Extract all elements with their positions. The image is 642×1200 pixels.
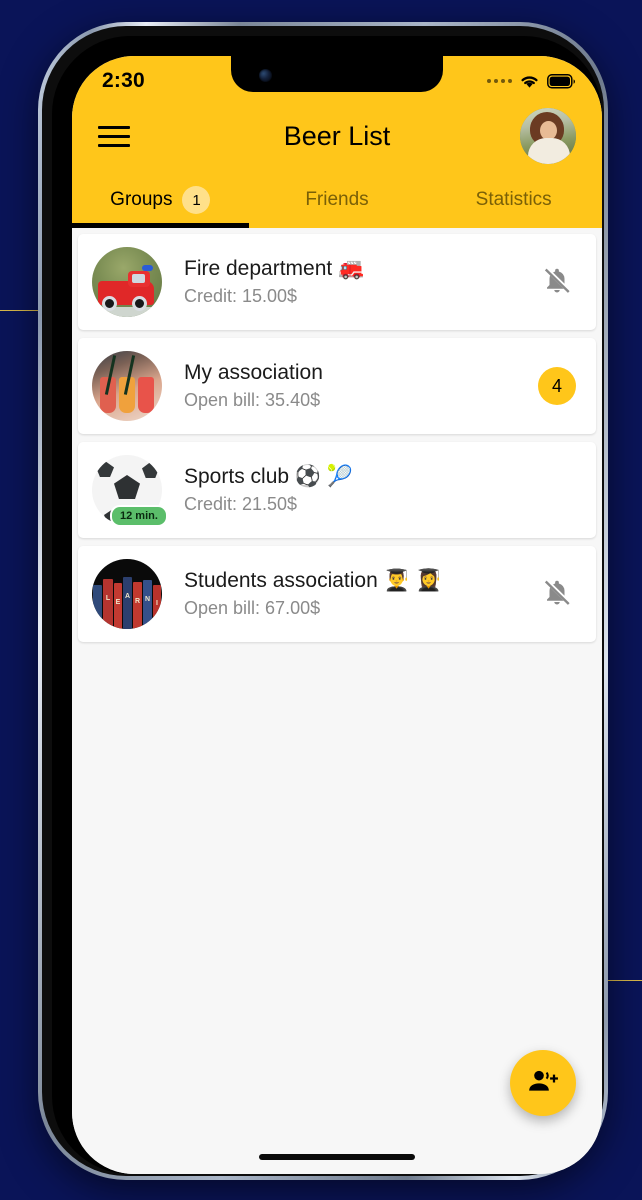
tab-friends-label: Friends bbox=[305, 189, 369, 210]
group-name: Fire department 🚒 bbox=[184, 257, 365, 280]
bell-off-icon[interactable] bbox=[542, 265, 572, 300]
group-list[interactable]: Fire department 🚒 Credit: 15.00$ My asso… bbox=[72, 228, 602, 1174]
group-avatar-wrap: L E A R N I bbox=[92, 559, 162, 629]
group-avatar-wrap bbox=[92, 351, 162, 421]
home-indicator[interactable] bbox=[259, 1154, 415, 1160]
tab-statistics-label: Statistics bbox=[475, 189, 552, 210]
unread-count-badge[interactable]: 4 bbox=[538, 367, 576, 405]
books-art: L E A R N I bbox=[92, 559, 162, 629]
screenshot-stage: 2:30 Beer List Groups 1 Friends Statisti… bbox=[0, 0, 642, 1200]
tab-groups-badge: 1 bbox=[182, 186, 211, 214]
tab-friends[interactable]: Friends bbox=[249, 172, 426, 228]
group-balance: Credit: 21.50$ bbox=[184, 494, 298, 514]
list-item[interactable]: 12 min. Sports club ⚽ 🎾 Credit: 21.50$ bbox=[78, 442, 596, 538]
phone-frame: 2:30 Beer List Groups 1 Friends Statisti… bbox=[38, 22, 608, 1180]
phone-midframe: 2:30 Beer List Groups 1 Friends Statisti… bbox=[42, 26, 604, 1176]
group-avatar-wrap bbox=[92, 247, 162, 317]
tab-groups[interactable]: Groups 1 bbox=[72, 172, 249, 228]
list-item[interactable]: My association Open bill: 35.40$ 4 bbox=[78, 338, 596, 434]
tab-groups-label: Groups bbox=[110, 189, 173, 210]
group-avatar-wrap: 12 min. bbox=[92, 455, 168, 527]
list-item-trailing[interactable]: 4 bbox=[536, 367, 578, 405]
learning-books-photo: L E A R N I bbox=[92, 559, 162, 629]
phone-bezel: 2:30 Beer List Groups 1 Friends Statisti… bbox=[52, 36, 602, 1174]
group-text: Sports club ⚽ 🎾 Credit: 21.50$ bbox=[162, 465, 536, 515]
group-name: Students association 👨‍🎓 👩‍🎓 bbox=[184, 569, 442, 592]
hamburger-menu-icon[interactable] bbox=[98, 125, 130, 147]
wifi-icon bbox=[519, 73, 540, 89]
person-add-icon bbox=[527, 1065, 559, 1102]
tab-statistics[interactable]: Statistics bbox=[425, 172, 602, 228]
battery-full-icon bbox=[547, 73, 576, 89]
active-tab-indicator bbox=[72, 223, 249, 228]
group-balance: Open bill: 35.40$ bbox=[184, 390, 321, 410]
signal-dots-icon bbox=[487, 79, 512, 83]
group-balance: Open bill: 67.00$ bbox=[184, 598, 321, 618]
group-text: Students association 👨‍🎓 👩‍🎓 Open bill: … bbox=[162, 569, 536, 619]
list-item-trailing[interactable] bbox=[536, 577, 578, 612]
group-balance: Credit: 15.00$ bbox=[184, 286, 298, 306]
front-camera-icon bbox=[259, 69, 272, 82]
group-text: My association Open bill: 35.40$ bbox=[162, 361, 536, 411]
group-name: Sports club ⚽ 🎾 bbox=[184, 465, 354, 488]
group-text: Fire department 🚒 Credit: 15.00$ bbox=[162, 257, 536, 307]
list-item-trailing[interactable] bbox=[536, 265, 578, 300]
fire-truck-photo bbox=[92, 247, 162, 317]
device-notch bbox=[231, 56, 443, 92]
app-bar: Beer List bbox=[72, 100, 602, 172]
list-item[interactable]: L E A R N I Studen bbox=[78, 546, 596, 642]
group-name: My association bbox=[184, 361, 323, 384]
add-group-button[interactable] bbox=[510, 1050, 576, 1116]
status-bar-indicators bbox=[487, 67, 576, 89]
tab-bar: Groups 1 Friends Statistics bbox=[72, 172, 602, 228]
cocktails-photo bbox=[92, 351, 162, 421]
last-activity-badge: 12 min. bbox=[110, 505, 168, 527]
status-bar-time: 2:30 bbox=[102, 69, 145, 92]
bell-off-icon[interactable] bbox=[542, 577, 572, 612]
profile-avatar[interactable] bbox=[520, 108, 576, 164]
phone-screen: 2:30 Beer List Groups 1 Friends Statisti… bbox=[72, 56, 602, 1174]
list-item[interactable]: Fire department 🚒 Credit: 15.00$ bbox=[78, 234, 596, 330]
